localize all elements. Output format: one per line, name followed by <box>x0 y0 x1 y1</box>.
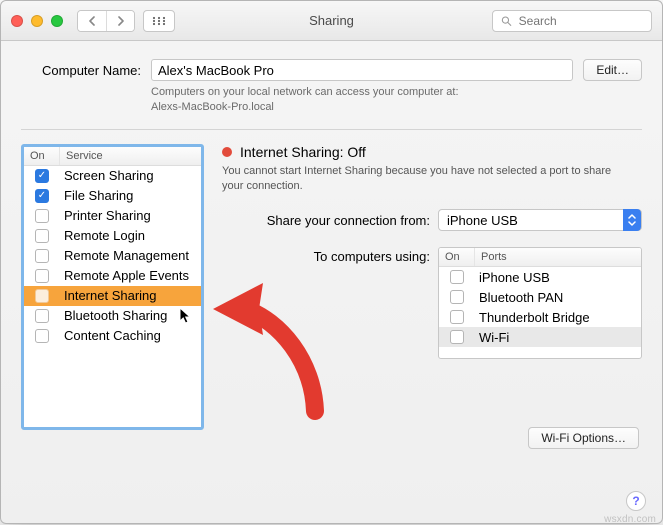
computer-name-input[interactable] <box>151 59 573 81</box>
service-detail: Internet Sharing: Off You cannot start I… <box>222 144 642 507</box>
service-row[interactable]: Content Caching <box>24 326 201 346</box>
service-row[interactable]: Internet Sharing <box>24 286 201 306</box>
to-computers-using-label: To computers using: <box>222 247 430 264</box>
service-checkbox[interactable] <box>35 249 49 263</box>
services-list[interactable]: On Service ✓ Screen Sharing ✓ File Sharing P… <box>21 144 204 430</box>
services-rows: ✓ Screen Sharing ✓ File Sharing Printer Shar… <box>24 166 201 346</box>
status-title: Internet Sharing: Off <box>240 144 366 160</box>
service-label: Content Caching <box>60 328 201 343</box>
service-label: Remote Management <box>60 248 201 263</box>
service-row[interactable]: ✓ Screen Sharing <box>24 166 201 186</box>
port-label: Bluetooth PAN <box>475 290 641 305</box>
ports-list[interactable]: On Ports iPhone USB Bluetooth PAN Thunderb… <box>438 247 642 359</box>
port-row[interactable]: Bluetooth PAN <box>439 287 641 307</box>
grid-icon <box>152 16 166 26</box>
service-label: Internet Sharing <box>60 288 201 303</box>
service-checkbox[interactable] <box>35 329 49 343</box>
port-checkbox[interactable] <box>450 330 464 344</box>
service-checkbox[interactable] <box>35 209 49 223</box>
service-label: Bluetooth Sharing <box>60 308 201 323</box>
service-checkbox[interactable]: ✓ <box>35 169 49 183</box>
computer-name-column: Computers on your local network can acce… <box>151 59 573 115</box>
search-field[interactable] <box>492 10 652 32</box>
service-label: File Sharing <box>60 188 201 203</box>
share-from-label: Share your connection from: <box>222 213 430 228</box>
share-from-row: Share your connection from: iPhone USB <box>222 209 642 231</box>
dropdown-arrows-icon <box>623 209 641 231</box>
service-row[interactable]: Remote Login <box>24 226 201 246</box>
port-checkbox[interactable] <box>450 290 464 304</box>
port-row[interactable]: Wi-Fi <box>439 327 641 347</box>
service-row[interactable]: Remote Management <box>24 246 201 266</box>
chevron-left-icon <box>88 16 96 26</box>
computer-name-hint-line2: Alexs-MacBook-Pro.local <box>151 101 274 113</box>
zoom-window-button[interactable] <box>51 15 63 27</box>
nav-back-button[interactable] <box>78 10 106 32</box>
service-label: Remote Login <box>60 228 201 243</box>
edit-computer-name-button[interactable]: Edit… <box>583 59 642 81</box>
sharing-prefs-window: Sharing Computer Name: Computers on your… <box>0 0 663 524</box>
service-label: Remote Apple Events <box>60 268 201 283</box>
computer-name-label: Computer Name: <box>21 59 141 78</box>
port-row[interactable]: iPhone USB <box>439 267 641 287</box>
service-row[interactable]: Bluetooth Sharing <box>24 306 201 326</box>
show-all-button[interactable] <box>143 10 175 32</box>
port-checkbox[interactable] <box>450 270 464 284</box>
search-input[interactable] <box>517 13 643 29</box>
computer-name-row: Computer Name: Computers on your local n… <box>1 41 662 121</box>
services-col-on: On <box>24 147 60 165</box>
service-checkbox[interactable] <box>35 289 49 303</box>
status-warning: You cannot start Internet Sharing becaus… <box>222 164 622 194</box>
wifi-options-button[interactable]: Wi-Fi Options… <box>528 427 639 449</box>
service-row[interactable]: ✓ File Sharing <box>24 186 201 206</box>
ports-row: To computers using: On Ports iPhone USB B… <box>222 247 642 359</box>
search-icon <box>501 15 512 27</box>
service-row[interactable]: Printer Sharing <box>24 206 201 226</box>
ports-col-on: On <box>439 248 475 266</box>
share-from-value: iPhone USB <box>447 213 518 228</box>
ports-header: On Ports <box>439 248 641 267</box>
titlebar: Sharing <box>1 1 662 41</box>
service-checkbox[interactable]: ✓ <box>35 189 49 203</box>
services-header: On Service <box>24 147 201 166</box>
window-controls <box>11 15 63 27</box>
service-checkbox[interactable] <box>35 269 49 283</box>
port-label: iPhone USB <box>475 270 641 285</box>
main-area: On Service ✓ Screen Sharing ✓ File Sharing P… <box>1 130 662 523</box>
nav-forward-button[interactable] <box>106 10 134 32</box>
chevron-right-icon <box>117 16 125 26</box>
port-label: Wi-Fi <box>475 330 641 345</box>
edit-button-wrap: Edit… <box>583 59 642 81</box>
close-window-button[interactable] <box>11 15 23 27</box>
ports-col-ports: Ports <box>475 248 641 266</box>
services-col-service: Service <box>60 147 201 165</box>
port-row[interactable]: Thunderbolt Bridge <box>439 307 641 327</box>
service-label: Printer Sharing <box>60 208 201 223</box>
ports-rows: iPhone USB Bluetooth PAN Thunderbolt Bridg… <box>439 267 641 347</box>
service-label: Screen Sharing <box>60 168 201 183</box>
service-checkbox[interactable] <box>35 229 49 243</box>
service-row[interactable]: Remote Apple Events <box>24 266 201 286</box>
watermark-text: wsxdn.com <box>604 514 656 525</box>
service-checkbox[interactable] <box>35 309 49 323</box>
nav-back-forward <box>77 10 135 32</box>
help-button[interactable]: ? <box>626 491 646 511</box>
port-label: Thunderbolt Bridge <box>475 310 641 325</box>
minimize-window-button[interactable] <box>31 15 43 27</box>
status-line: Internet Sharing: Off <box>222 144 642 160</box>
port-checkbox[interactable] <box>450 310 464 324</box>
status-dot-off-icon <box>222 147 232 157</box>
computer-name-hint-line1: Computers on your local network can acce… <box>151 86 459 98</box>
share-from-dropdown[interactable]: iPhone USB <box>438 209 642 231</box>
computer-name-hint: Computers on your local network can acce… <box>151 85 573 115</box>
